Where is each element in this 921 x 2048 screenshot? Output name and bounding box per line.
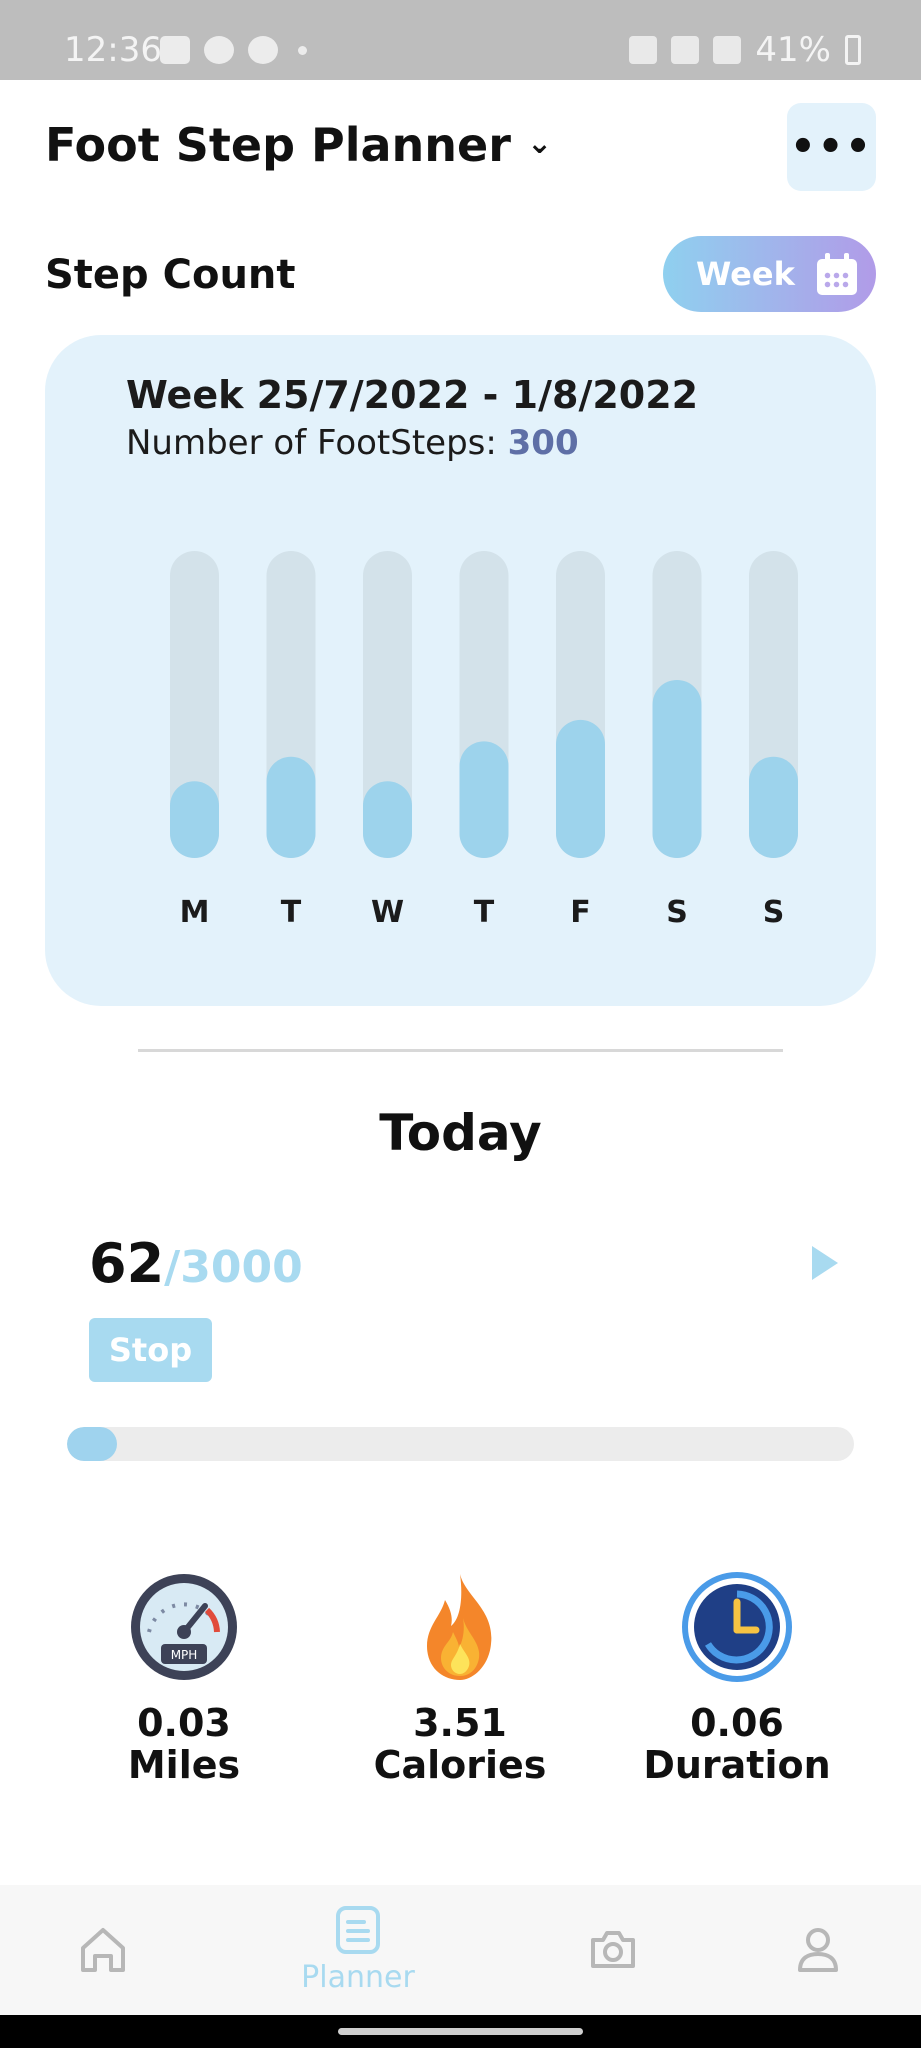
steps-progress-bar [67, 1427, 854, 1461]
calories-value: 3.51 [413, 1701, 507, 1745]
camera-icon [591, 1931, 635, 1968]
bottom-navigation: Planner [0, 1885, 921, 2015]
steps-progress-text: 62/3000 [89, 1232, 303, 1295]
day-tick-label: M [180, 895, 210, 930]
day-tick-label: T [281, 895, 302, 930]
chart-bar [363, 781, 412, 858]
battery-percent: 41% [755, 30, 831, 70]
steps-progress-fill [67, 1427, 117, 1461]
day-tick-label: T [474, 895, 495, 930]
chart-bar [652, 679, 702, 858]
speedometer-icon: MPH [127, 1570, 241, 1684]
status-bar: 12:36 41% [0, 0, 921, 80]
wifi-icon [671, 36, 700, 64]
facebook-icon [248, 36, 278, 64]
status-time: 12:36 [64, 30, 162, 70]
nav-item-planner[interactable]: Planner [283, 1885, 433, 2015]
home-gesture-handle[interactable] [338, 2028, 583, 2035]
stat-miles: MPH 0.03 Miles [74, 1570, 294, 1788]
week-range-label: Week [696, 255, 795, 293]
day-tick-label: S [666, 895, 688, 930]
page-title: Foot Step Planner [45, 118, 511, 172]
status-right: 41% [629, 30, 861, 70]
planner-icon [336, 1905, 380, 1954]
clock-icon [680, 1570, 794, 1684]
step-count-title: Step Count [45, 252, 296, 298]
chart-bar [749, 756, 798, 858]
divider [138, 1049, 783, 1052]
nav-item-home[interactable] [28, 1885, 178, 2015]
stat-duration: 0.06 Duration [627, 1570, 847, 1788]
steps-goal: /3000 [164, 1242, 303, 1293]
notification-icons [160, 36, 307, 64]
play-icon[interactable] [812, 1246, 838, 1280]
weekly-bar-chart: MTWTFSS [170, 551, 798, 930]
battery-icon [845, 35, 861, 65]
nav-label-planner: Planner [301, 1959, 415, 1995]
flame-icon [403, 1570, 517, 1684]
chart-bar [266, 756, 316, 858]
nav-item-camera[interactable] [538, 1885, 688, 2015]
more-icon: ••• [790, 124, 873, 170]
system-navigation-bar [0, 2015, 921, 2048]
calories-label: Calories [373, 1742, 547, 1787]
gallery-icon [160, 36, 190, 64]
day-tick-label: S [763, 895, 785, 930]
more-options-button[interactable]: ••• [787, 103, 876, 191]
stop-button[interactable]: Stop [89, 1318, 212, 1382]
chart-bar [459, 741, 509, 858]
signal-icon [713, 36, 742, 64]
chart-bar [556, 719, 605, 858]
chevron-down-icon: ⌄ [526, 125, 553, 161]
duration-label: Duration [643, 1742, 831, 1787]
mute-icon [629, 36, 658, 64]
app-notification-icon [204, 36, 234, 64]
day-tick-label: F [570, 895, 591, 930]
nav-item-profile[interactable] [743, 1885, 893, 2015]
calendar-icon [816, 253, 857, 295]
stat-calories: 3.51 Calories [350, 1570, 570, 1788]
home-icon [81, 1928, 125, 1972]
day-tick-label: W [371, 895, 404, 930]
miles-label: Miles [127, 1742, 241, 1787]
today-title: Today [379, 1104, 542, 1162]
svg-text:MPH: MPH [171, 1648, 198, 1662]
weekly-chart-card: Week 25/7/2022 - 1/8/2022 Number of Foot… [45, 335, 876, 1006]
app-title-dropdown[interactable]: Foot Step Planner ⌄ [45, 118, 552, 172]
more-notifications-icon [298, 45, 307, 55]
steps-current: 62 [89, 1232, 165, 1295]
duration-value: 0.06 [690, 1701, 784, 1745]
chart-bar [170, 781, 219, 858]
week-range-button[interactable]: Week [663, 236, 876, 312]
profile-icon [798, 1928, 838, 1972]
miles-value: 0.03 [137, 1701, 231, 1745]
